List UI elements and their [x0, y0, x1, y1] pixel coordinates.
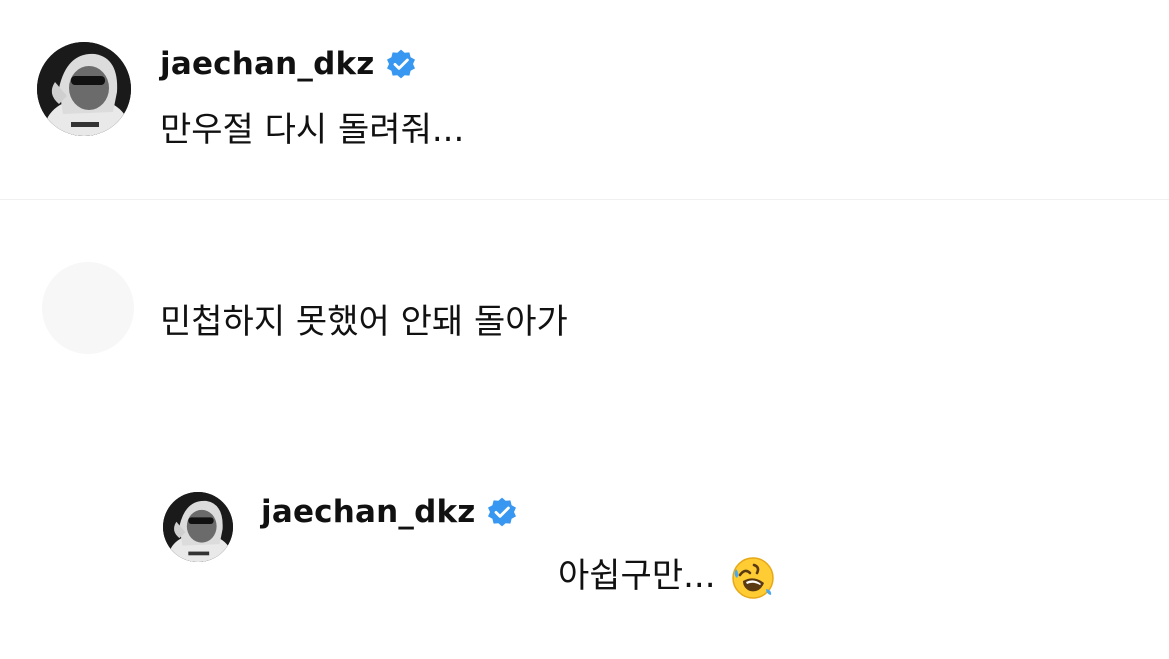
profile-photo-icon [37, 42, 131, 136]
username[interactable]: jaechan_dkz [160, 46, 375, 82]
verified-badge-icon [487, 497, 516, 527]
comment-text: 아쉽구만... [558, 548, 776, 601]
comment-2: 민첩하지 못했어 안돼 돌아가 [0, 200, 1169, 440]
username[interactable]: jaechan_dkz [261, 494, 476, 530]
profile-photo-icon [163, 492, 233, 562]
rolling-on-floor-laughing-icon [732, 556, 775, 599]
comment-text: 민첩하지 못했어 안돼 돌아가 [160, 302, 568, 342]
avatar[interactable] [37, 42, 131, 136]
avatar[interactable] [42, 262, 134, 354]
verified-badge-icon [386, 49, 415, 79]
avatar[interactable] [163, 492, 233, 562]
comment-text-content: 아쉽구만... [558, 556, 716, 596]
comment-text: 만우절 다시 돌려줘... [160, 110, 465, 150]
comment-1: jaechan_dkz 만우절 다시 돌려줘... [0, 0, 1169, 199]
comment-3-reply: jaechan_dkz 아쉽구만... [0, 440, 1169, 659]
